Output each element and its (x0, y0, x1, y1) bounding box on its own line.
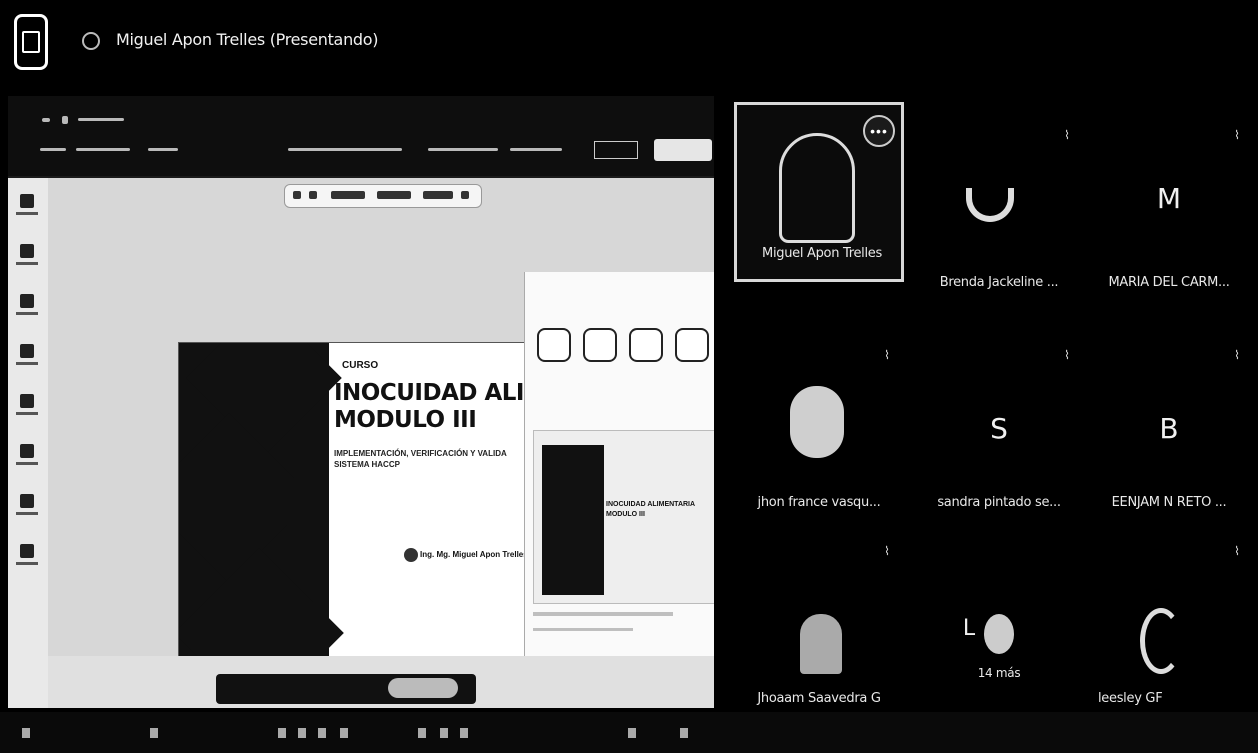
floating-toolbar[interactable] (284, 184, 482, 208)
taskbar-icon[interactable] (318, 728, 326, 738)
participant-avatar (984, 614, 1014, 654)
participant-name: sandra pintado se... (937, 495, 1061, 510)
tool-draw[interactable] (14, 442, 42, 472)
design-option-3[interactable] (629, 328, 663, 362)
participant-avatar (966, 188, 1014, 222)
participant-avatar (800, 614, 842, 674)
ppt-ribbon (8, 96, 714, 176)
participant-tile[interactable]: ⌇ Brenda Jackeline ... (914, 122, 1084, 302)
share-button[interactable] (654, 139, 712, 161)
presenter-title: Miguel Apon Trelles (Presentando) (116, 30, 379, 49)
tool-elements[interactable] (14, 242, 42, 272)
design-pane: INOCUIDAD ALIMENTARIA MODULO III (524, 272, 714, 708)
participant-video (779, 133, 855, 243)
mic-off-icon: ⌇ (1234, 544, 1240, 558)
thumbnail-title-line2: MODULO III (606, 511, 645, 518)
taskbar-icon[interactable] (22, 728, 30, 738)
participant-avatar (1140, 608, 1182, 674)
tool-apps[interactable] (14, 542, 42, 572)
participant-initial: M (1156, 182, 1182, 215)
participant-tile[interactable]: ⌇ leesley GF (1084, 538, 1254, 718)
participant-overflow-count: 14 más (977, 666, 1021, 680)
design-option-1[interactable] (537, 328, 571, 362)
taskbar-icon[interactable] (418, 728, 426, 738)
taskbar-icon[interactable] (150, 728, 158, 738)
participant-avatar (790, 386, 844, 458)
participant-tile-overflow[interactable]: L 14 más (914, 538, 1084, 718)
taskbar-icon[interactable] (460, 728, 468, 738)
participant-name: Brenda Jackeline ... (939, 275, 1059, 290)
shared-screen[interactable]: CURSO INOCUIDAD ALIMENT MODULO III IMPLE… (8, 96, 714, 708)
taskbar-icon[interactable] (278, 728, 286, 738)
participant-name: Jhoaam Saavedra G (757, 691, 881, 706)
meeting-header: Miguel Apon Trelles (Presentando) (0, 0, 1258, 80)
slide-author: Ing. Mg. Miguel Apon Trelles (420, 550, 528, 559)
ppt-tool-rail (8, 178, 48, 708)
design-option-4[interactable] (675, 328, 709, 362)
slide-subtitle: IMPLEMENTACIÓN, VERIFICACIÓN Y VALIDA SI… (334, 449, 507, 469)
design-option-2[interactable] (583, 328, 617, 362)
participant-tile-active[interactable]: ••• Miguel Apon Trelles (734, 102, 904, 282)
mic-off-icon: ⌇ (1234, 348, 1240, 362)
more-options-icon[interactable]: ••• (863, 115, 895, 147)
participant-tile[interactable]: ⌇ S sandra pintado se... (914, 342, 1084, 522)
participant-tile[interactable]: ⌇ Jhoaam Saavedra G (734, 538, 904, 718)
participant-name: jhon france vasqu... (757, 495, 881, 510)
mic-off-icon: ⌇ (884, 544, 890, 558)
ppt-status-bar (48, 656, 714, 708)
slide-kicker: CURSO (342, 360, 379, 371)
participant-name: MARÍA DEL CARM... (1108, 275, 1230, 290)
taskbar-icon[interactable] (340, 728, 348, 738)
tool-design[interactable] (14, 192, 42, 222)
slide-thumbnail[interactable]: INOCUIDAD ALIMENTARIA MODULO III (533, 430, 714, 604)
participant-name: leesley GF (1098, 691, 1163, 706)
app-logo-icon[interactable] (14, 14, 48, 70)
mic-off-icon: ⌇ (1234, 128, 1240, 142)
participant-tile[interactable]: ⌇ jhon france vasqu... (734, 342, 904, 522)
participant-name: EENJAM N RETO ... (1111, 495, 1227, 510)
status-pill-button[interactable] (388, 678, 458, 698)
tool-upload[interactable] (14, 392, 42, 422)
present-button[interactable] (594, 141, 638, 159)
mic-off-icon: ⌇ (884, 348, 890, 362)
participant-tile[interactable]: ⌇ M MARÍA DEL CARM... (1084, 122, 1254, 302)
taskbar-icon[interactable] (680, 728, 688, 738)
mic-off-icon: ⌇ (1064, 128, 1070, 142)
participant-initial: S (990, 412, 1008, 445)
participant-name: Miguel Apon Trelles (762, 246, 882, 261)
mic-off-icon: ⌇ (1064, 348, 1070, 362)
participant-initial: B (1159, 412, 1179, 445)
slide-title-line2: MODULO III (334, 407, 477, 433)
taskbar-icon[interactable] (628, 728, 636, 738)
tool-brand[interactable] (14, 342, 42, 372)
tool-text[interactable] (14, 292, 42, 322)
bottom-taskbar (0, 712, 1258, 753)
participant-tile[interactable]: ⌇ B EENJAM N RETO ... (1084, 342, 1254, 522)
tool-projects[interactable] (14, 492, 42, 522)
author-avatar (404, 548, 418, 562)
thumbnail-title-line1: INOCUIDAD ALIMENTARIA (606, 501, 696, 508)
share-screen-icon (82, 32, 100, 50)
taskbar-icon[interactable] (298, 728, 306, 738)
taskbar-icon[interactable] (440, 728, 448, 738)
